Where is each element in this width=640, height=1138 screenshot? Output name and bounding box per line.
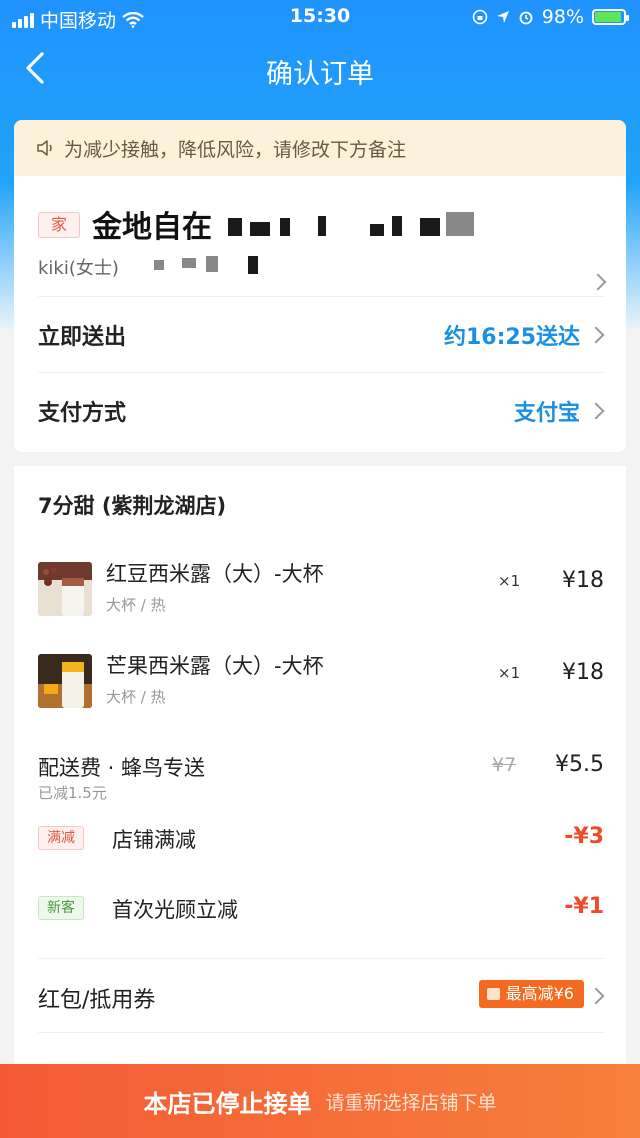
address-selector[interactable]: 家 金地自在 kiki(女士) (14, 176, 626, 296)
chevron-right-icon (587, 326, 605, 344)
delivery-fee-label: 配送费 · 蜂鸟专送 (38, 756, 206, 780)
address-tag: 家 (38, 212, 80, 238)
order-item: 芒果西米露（大）-大杯 大杯 / 热 ×1 ¥18 (38, 650, 604, 720)
delivery-fee-row: 配送费 · 蜂鸟专送 已减1.5元 ¥7 ¥5.5 (38, 752, 604, 808)
address-contact: kiki(女士) (38, 258, 119, 279)
notice-text: 为减少接触，降低风险，请修改下方备注 (64, 138, 407, 161)
item-quantity: ×1 (498, 664, 521, 682)
item-price: ¥18 (562, 660, 604, 685)
payment-method-label: 支付方式 (38, 401, 127, 426)
nav-bar: 确认订单 (0, 40, 640, 100)
promotion-row: 新客 首次光顾立减 -¥1 (38, 894, 604, 926)
redacted-phone (182, 258, 196, 268)
promotion-row: 满减 店铺满减 -¥3 (38, 824, 604, 856)
coupon-row[interactable]: 红包/抵用券 最高减¥6 (14, 958, 626, 1032)
delivery-time-row[interactable]: 立即送出 约16:25送达 (38, 296, 605, 372)
address-name: 金地自在 (92, 210, 212, 245)
address-card: 为减少接触，降低风险，请修改下方备注 家 金地自在 kiki(女士) 立即送出 … (14, 120, 626, 452)
store-closed-hint: 请重新选择店铺下单 (325, 1091, 497, 1114)
chevron-right-icon (587, 987, 605, 1005)
coupon-label: 红包/抵用券 (38, 988, 156, 1013)
status-bar: 中国移动 15:30 98% (0, 0, 640, 34)
item-price: ¥18 (562, 568, 604, 593)
delivery-fee-price: ¥5.5 (555, 752, 604, 777)
promotion-label: 店铺满减 (112, 828, 196, 852)
battery-icon (592, 9, 629, 25)
redacted-address (446, 212, 474, 236)
chevron-right-icon (587, 402, 605, 420)
battery-percent: 98% (541, 6, 584, 28)
item-spec: 大杯 / 热 (106, 596, 166, 614)
chevron-right-icon (589, 273, 607, 291)
rotation-lock-icon (472, 9, 488, 25)
delivery-time-value: 约16:25送达 (443, 325, 580, 350)
notice-banner[interactable]: 为减少接触，降低风险，请修改下方备注 (14, 120, 626, 176)
redacted-address (280, 218, 290, 236)
shop-name: 7分甜 (紫荆龙湖店) (38, 494, 227, 518)
redacted-address (392, 216, 402, 236)
redacted-phone (248, 256, 258, 274)
alarm-icon (519, 11, 533, 25)
item-name: 芒果西米露（大）-大杯 (106, 654, 324, 678)
promotion-amount: -¥3 (564, 824, 604, 849)
item-spec: 大杯 / 热 (106, 688, 166, 706)
store-closed-bar[interactable]: 本店已停止接单 请重新选择店铺下单 (0, 1064, 640, 1138)
promotion-tag: 满减 (38, 826, 84, 850)
delivery-fee-original: ¥7 (492, 754, 517, 776)
redacted-address (318, 216, 326, 236)
location-icon (496, 11, 509, 23)
redacted-address (250, 222, 270, 236)
status-right: 98% (472, 6, 629, 28)
promotion-amount: -¥1 (564, 894, 604, 919)
store-closed-text: 本店已停止接单 (143, 1089, 312, 1118)
coupon-badge: 最高减¥6 (478, 980, 584, 1008)
redacted-address (420, 218, 440, 236)
item-name: 红豆西米露（大）-大杯 (106, 562, 324, 586)
item-thumbnail (38, 562, 92, 616)
payment-method-row[interactable]: 支付方式 支付宝 (38, 372, 605, 448)
promotion-label: 首次光顾立减 (112, 898, 238, 922)
coupon-badge-text: 最高减¥6 (505, 984, 574, 1003)
redacted-address (228, 218, 242, 236)
redacted-phone (206, 256, 218, 272)
coupon-box-icon (486, 988, 500, 1000)
divider (38, 1032, 604, 1033)
redacted-address (370, 224, 384, 236)
speaker-icon (37, 140, 52, 156)
order-card: 7分甜 (紫荆龙湖店) 红豆西米露（大）-大杯 大杯 / 热 ×1 ¥18 芒果… (14, 466, 626, 1076)
payment-method-value: 支付宝 (513, 401, 580, 426)
item-thumbnail (38, 654, 92, 708)
page-title: 确认订单 (266, 59, 374, 90)
redacted-phone (154, 260, 164, 270)
order-item: 红豆西米露（大）-大杯 大杯 / 热 ×1 ¥18 (38, 558, 604, 628)
delivery-time-label: 立即送出 (38, 325, 127, 350)
delivery-fee-saved: 已减1.5元 (38, 784, 107, 802)
promotion-tag: 新客 (38, 896, 84, 920)
item-quantity: ×1 (498, 572, 521, 590)
